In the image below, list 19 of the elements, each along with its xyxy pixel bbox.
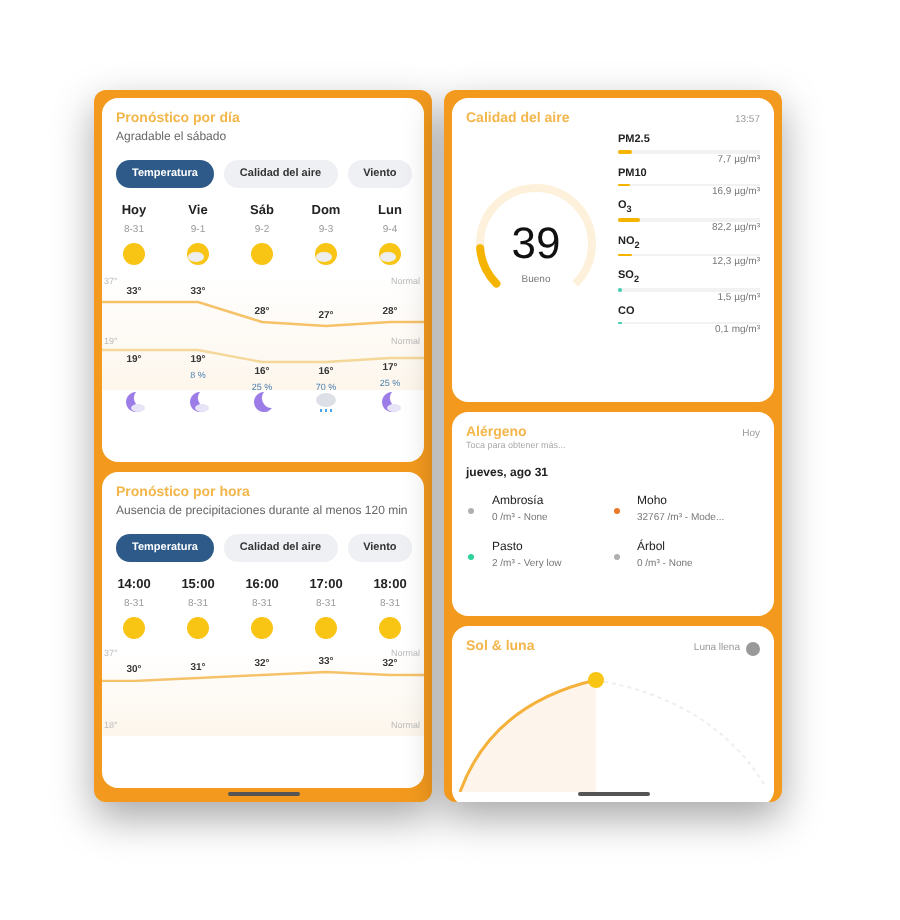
- sun-icon: [314, 616, 338, 640]
- rain-cloud-icon: [314, 390, 338, 414]
- sun-icon: [186, 616, 210, 640]
- home-indicator[interactable]: [227, 792, 299, 796]
- sun-icon: [250, 242, 274, 266]
- partly-cloudy-icon: [186, 242, 210, 266]
- partly-cloudy-icon: [314, 242, 338, 266]
- full-moon-icon: [746, 641, 760, 655]
- home-indicator[interactable]: [577, 792, 649, 796]
- sun-icon: [250, 616, 274, 640]
- cloudy-moon-icon: [186, 390, 210, 414]
- air-quality-index: 39: [511, 218, 561, 270]
- sun-icon: [122, 242, 146, 266]
- sun-icon: [378, 616, 402, 640]
- sun-icon: [122, 616, 146, 640]
- partly-cloudy-icon: [378, 242, 402, 266]
- cloudy-moon-icon: [122, 390, 146, 414]
- cloudy-moon-icon: [378, 390, 402, 414]
- moon-icon: [250, 390, 274, 414]
